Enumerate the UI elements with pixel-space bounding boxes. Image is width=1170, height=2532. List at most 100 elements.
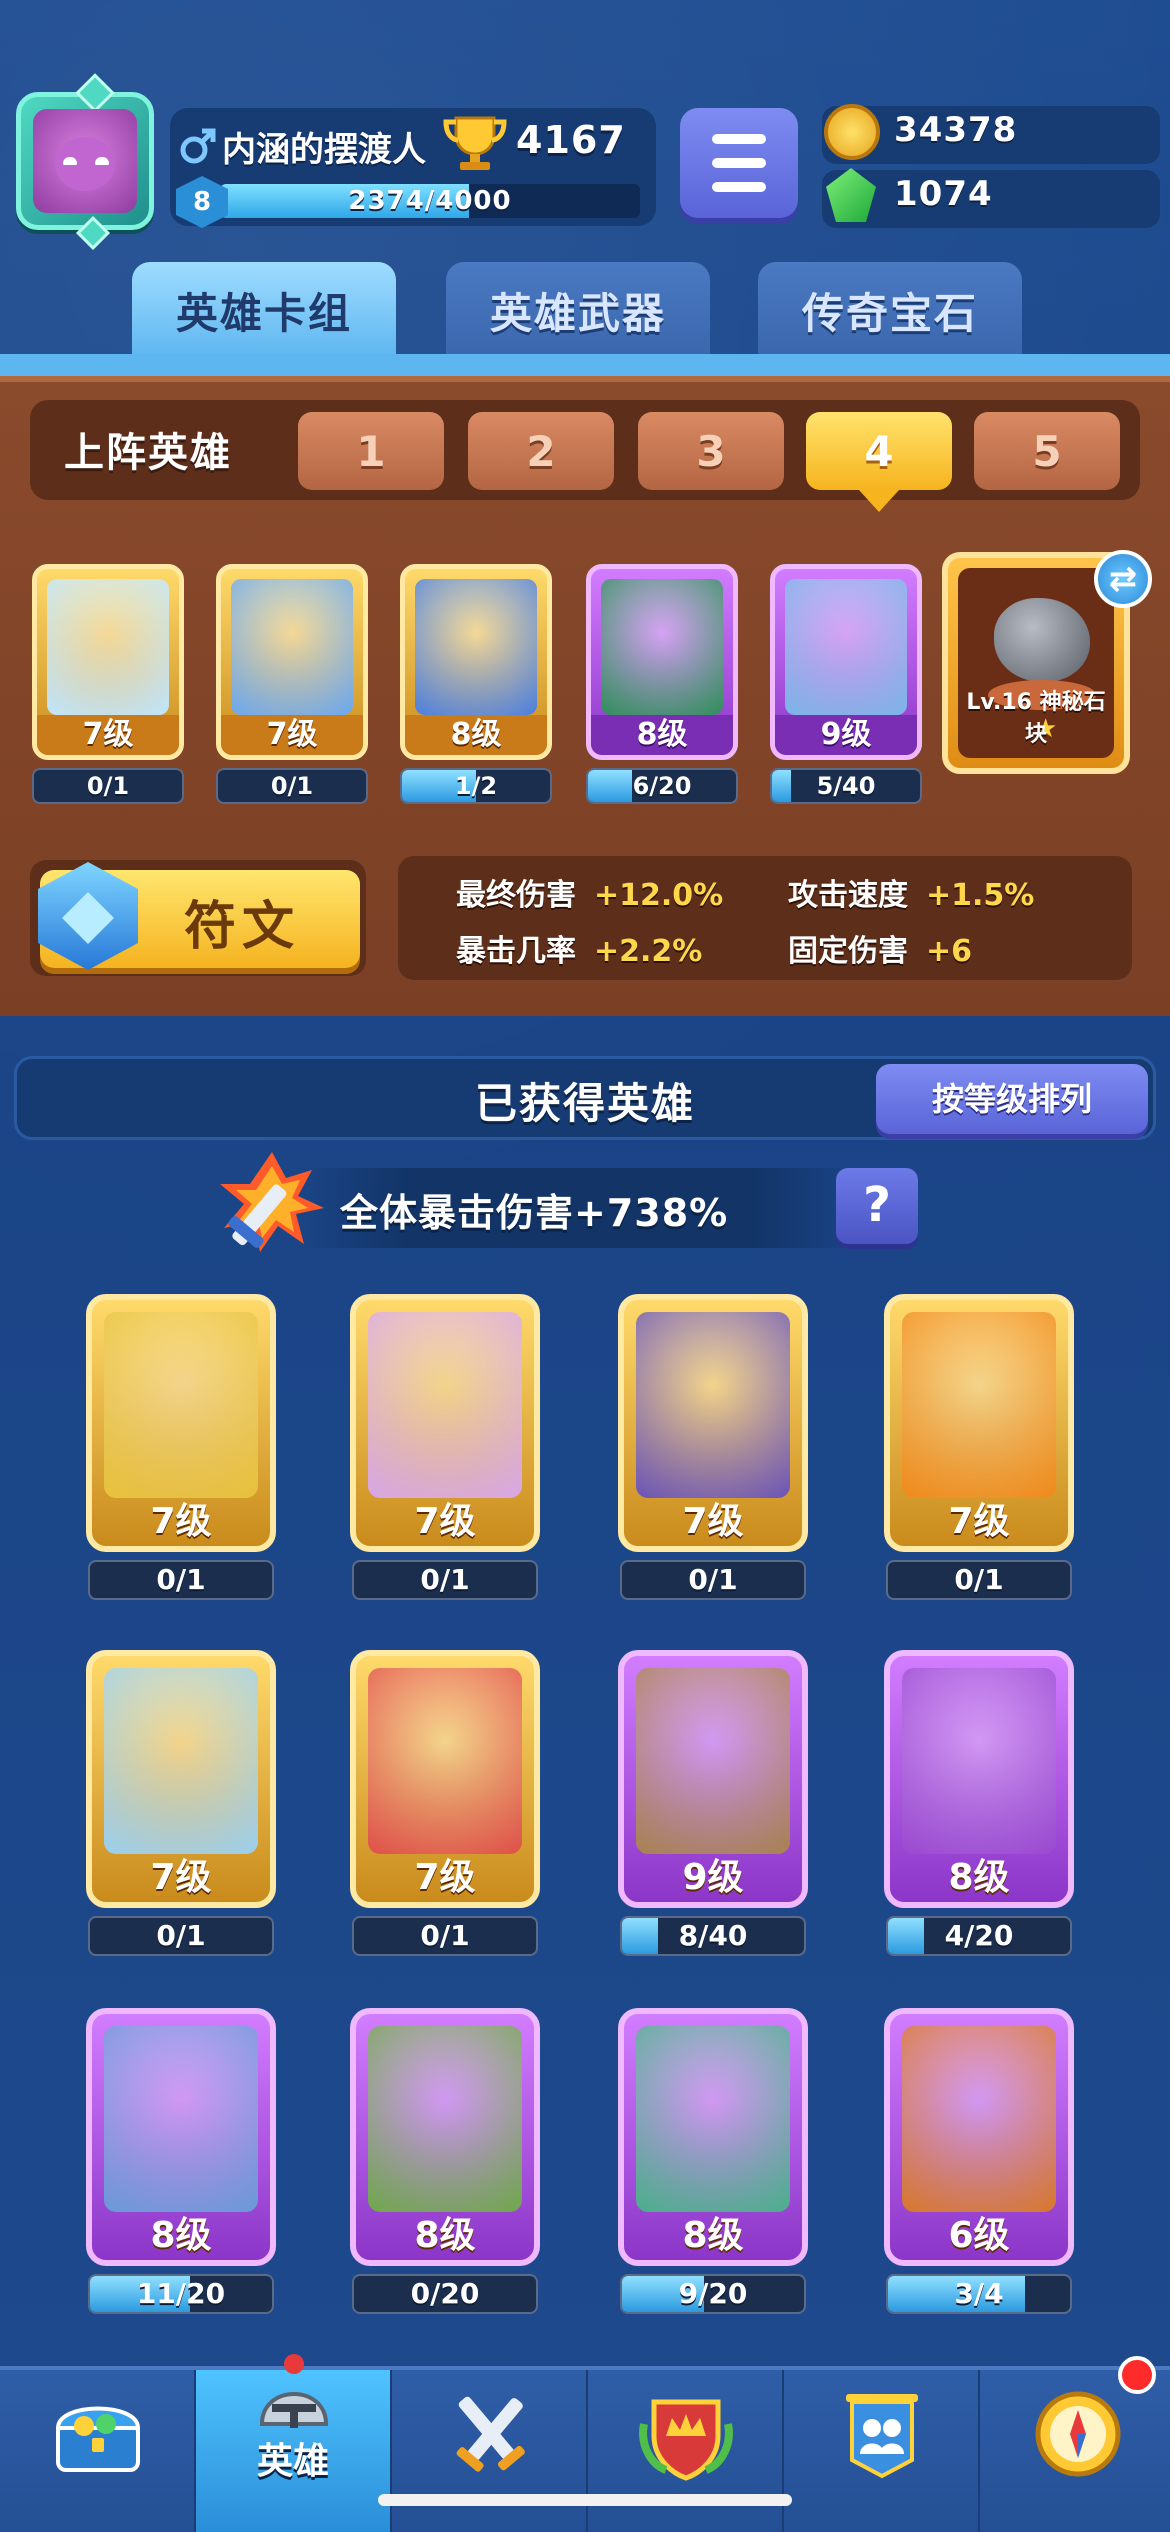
tab-hero-deck[interactable]: 英雄卡组 bbox=[132, 262, 396, 358]
hero-portrait bbox=[601, 579, 723, 715]
tab-hero-weapons[interactable]: 英雄武器 bbox=[446, 262, 710, 358]
obtained-hero-card[interactable]: 7级 bbox=[86, 1294, 276, 1552]
hero-progress-text: 0/1 bbox=[86, 772, 130, 800]
hero-progress-text: 9/20 bbox=[678, 2277, 748, 2310]
hero-progress-bar: 0/1 bbox=[352, 1916, 538, 1956]
deck-tab-1[interactable]: 1 bbox=[298, 412, 444, 490]
deck-tab-2[interactable]: 2 bbox=[468, 412, 614, 490]
hero-level: 7级 bbox=[150, 1501, 212, 1542]
gem-count: 1074 bbox=[894, 174, 993, 214]
player-avatar[interactable] bbox=[16, 73, 154, 250]
menu-icon bbox=[712, 134, 766, 144]
hero-portrait bbox=[368, 1668, 522, 1854]
obtained-hero-card[interactable]: 8级 bbox=[884, 1650, 1074, 1908]
treasure-chest-icon bbox=[55, 2406, 141, 2472]
hero-progress-text: 3/4 bbox=[954, 2277, 1004, 2310]
hero-progress-bar: 6/20 bbox=[586, 768, 738, 804]
hero-progress-text: 0/1 bbox=[420, 1563, 470, 1596]
hero-portrait bbox=[902, 1312, 1056, 1498]
lineup-hero-card[interactable]: 9级 bbox=[770, 564, 922, 760]
sword-icon bbox=[220, 1152, 324, 1252]
nav-heroes[interactable]: 英雄 bbox=[196, 2354, 392, 2532]
lineup-hero-card[interactable]: 7级 bbox=[32, 564, 184, 760]
sort-by-level-button[interactable]: 按等级排列 bbox=[876, 1064, 1148, 1134]
obtained-hero-card[interactable]: 7级 bbox=[618, 1294, 808, 1552]
obtained-hero-card[interactable]: 9级 bbox=[618, 1650, 808, 1908]
hero-level: 8级 bbox=[414, 2215, 476, 2256]
lineup-hero-card[interactable]: 8级 bbox=[400, 564, 552, 760]
swap-icon[interactable]: ⇄ bbox=[1094, 550, 1152, 608]
help-button[interactable]: ? bbox=[836, 1168, 918, 1244]
header: 内涵的摆渡人 4167 2374/4000 8 34378 1074 英雄卡组 … bbox=[0, 0, 1170, 376]
nav-battle[interactable] bbox=[392, 2370, 588, 2532]
nav-shop[interactable] bbox=[0, 2370, 196, 2532]
hero-progress-bar: 0/1 bbox=[88, 1560, 274, 1600]
hero-progress-bar: 0/1 bbox=[32, 768, 184, 804]
stone-label: Lv.16 神秘石块 bbox=[966, 690, 1106, 747]
stat-attack-speed: 攻击速度 +1.5% bbox=[788, 878, 1035, 913]
avatar-gem-icon bbox=[75, 73, 115, 113]
hero-portrait bbox=[902, 1668, 1056, 1854]
trophy-icon bbox=[443, 116, 507, 170]
hero-progress-text: 1/2 bbox=[454, 772, 498, 800]
obtained-hero-card[interactable]: 8级 bbox=[86, 2008, 276, 2266]
obtained-hero-card[interactable]: 6级 bbox=[884, 2008, 1074, 2266]
obtained-hero-card[interactable]: 7级 bbox=[350, 1650, 540, 1908]
deck-tab-4[interactable]: 4 bbox=[806, 412, 952, 512]
hero-level: 6级 bbox=[948, 2215, 1010, 2256]
hero-level: 7级 bbox=[948, 1501, 1010, 1542]
lineup-hero-card[interactable]: 7级 bbox=[216, 564, 368, 760]
compass-icon bbox=[1035, 2391, 1121, 2477]
hero-level: 8级 bbox=[948, 1857, 1010, 1898]
lineup-hero-card[interactable]: 8级 bbox=[586, 564, 738, 760]
stone-icon bbox=[994, 598, 1090, 682]
hero-level: 7级 bbox=[221, 715, 363, 755]
guild-banner-icon bbox=[846, 2394, 918, 2479]
obtained-hero-card[interactable]: 8级 bbox=[618, 2008, 808, 2266]
menu-button[interactable] bbox=[680, 108, 798, 218]
obtained-hero-card[interactable]: 7级 bbox=[350, 1294, 540, 1552]
home-indicator[interactable] bbox=[378, 2494, 792, 2506]
stat-final-damage: 最终伤害 +12.0% bbox=[456, 878, 724, 913]
stat-fixed-damage: 固定伤害 +6 bbox=[788, 934, 973, 969]
hero-progress-text: 0/1 bbox=[954, 1563, 1004, 1596]
tab-legendary-gems[interactable]: 传奇宝石 bbox=[758, 262, 1022, 358]
hero-level: 8级 bbox=[682, 2215, 744, 2256]
obtained-hero-card[interactable]: 8级 bbox=[350, 2008, 540, 2266]
deck-tab-3[interactable]: 3 bbox=[638, 412, 784, 490]
avatar-portrait bbox=[33, 109, 137, 213]
deck-tab-5[interactable]: 5 bbox=[974, 412, 1120, 490]
hero-progress-bar: 5/40 bbox=[770, 768, 922, 804]
notification-dot bbox=[1118, 2356, 1156, 2394]
nav-heroes-label: 英雄 bbox=[256, 2441, 329, 2482]
hero-level: 8级 bbox=[150, 2215, 212, 2256]
obtained-hero-card[interactable]: 7级 bbox=[884, 1294, 1074, 1552]
hero-level: 7级 bbox=[150, 1857, 212, 1898]
hero-progress-text: 0/1 bbox=[420, 1919, 470, 1952]
hero-level: 8级 bbox=[591, 715, 733, 755]
hero-progress-text: 0/20 bbox=[410, 2277, 480, 2310]
hero-level: 9级 bbox=[775, 715, 917, 755]
hero-portrait bbox=[368, 1312, 522, 1498]
hero-progress-bar: 3/4 bbox=[886, 2274, 1072, 2314]
nav-arena[interactable] bbox=[588, 2370, 784, 2532]
obtained-hero-card[interactable]: 7级 bbox=[86, 1650, 276, 1908]
crossed-swords-icon bbox=[456, 2396, 525, 2472]
tab-strip bbox=[0, 354, 1170, 376]
hero-progress-bar: 0/20 bbox=[352, 2274, 538, 2314]
hero-progress-bar: 9/20 bbox=[620, 2274, 806, 2314]
hero-progress-bar: 0/1 bbox=[886, 1560, 1072, 1600]
hero-progress-text: 0/1 bbox=[156, 1563, 206, 1596]
hero-progress-text: 5/40 bbox=[816, 772, 876, 800]
hero-portrait bbox=[231, 579, 353, 715]
nav-explore[interactable] bbox=[980, 2370, 1170, 2532]
hero-progress-bar: 0/1 bbox=[88, 1916, 274, 1956]
nav-guild[interactable] bbox=[784, 2370, 980, 2532]
hero-progress-bar: 0/1 bbox=[620, 1560, 806, 1600]
hero-progress-text: 8/40 bbox=[678, 1919, 748, 1952]
hero-progress-bar: 8/40 bbox=[620, 1916, 806, 1956]
hero-portrait bbox=[104, 1312, 258, 1498]
hero-level: 8级 bbox=[405, 715, 547, 755]
hero-level: 7级 bbox=[682, 1501, 744, 1542]
hero-level: 7级 bbox=[414, 1501, 476, 1542]
